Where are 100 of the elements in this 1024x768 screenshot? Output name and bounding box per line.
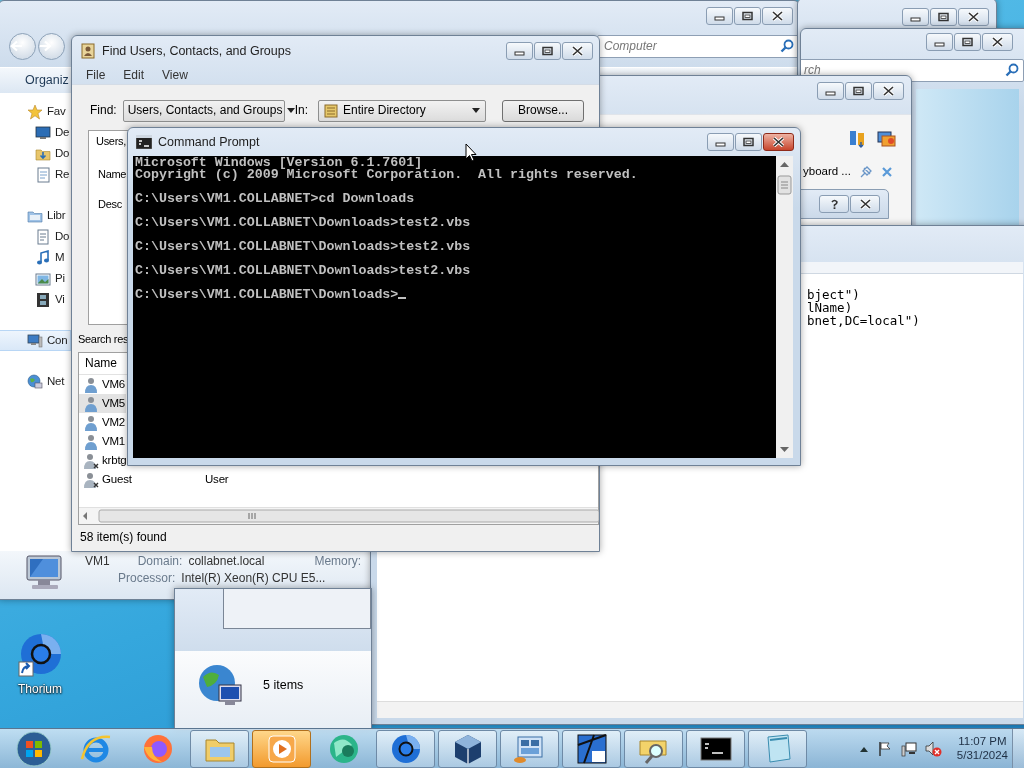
user-icon	[83, 471, 99, 488]
sidebar-item[interactable]: Vi	[55, 292, 65, 307]
table-cell[interactable]: VM2	[102, 415, 126, 430]
tab[interactable]: Users,	[95, 135, 127, 149]
sidebar-item[interactable]: Re	[55, 167, 70, 182]
scrollbar[interactable]	[377, 701, 1023, 718]
document-icon	[35, 228, 51, 245]
close-button[interactable]	[762, 7, 793, 25]
maximize-icon	[852, 86, 865, 96]
caret-icon	[286, 107, 297, 114]
sidebar-item[interactable]: Do	[55, 229, 70, 244]
menu-item[interactable]: View	[162, 67, 188, 83]
console-line: C:\Users\VM1.COLLABNET\Downloads>test2.vbs	[135, 217, 472, 229]
document-icon	[35, 166, 51, 183]
table-cell[interactable]: krbtg	[102, 453, 126, 468]
search-field[interactable]: Computer	[597, 34, 799, 58]
table-cell[interactable]: VM1	[102, 434, 126, 449]
clock-time: 11:07 PM	[958, 734, 1007, 749]
music-note-icon	[35, 249, 51, 266]
sidebar-item[interactable]: Net	[47, 374, 65, 389]
browse-button[interactable]: Browse...	[502, 99, 585, 122]
maximize-button[interactable]	[734, 7, 761, 25]
console-line: C:\Users\VM1.COLLABNET>cd Downloads	[135, 193, 416, 205]
close-icon	[771, 11, 784, 21]
speaker-muted-icon[interactable]	[924, 740, 943, 757]
sidebar-item[interactable]: Con	[47, 333, 68, 348]
toolbar-label: yboard ...	[803, 165, 851, 179]
clock[interactable]: 11:07 PM 5/31/2024	[956, 734, 1008, 763]
row-highlight[interactable]: VM5	[79, 394, 126, 414]
maximize-icon	[742, 137, 755, 147]
help-button[interactable]	[819, 195, 849, 213]
film-icon	[35, 291, 51, 308]
sidebar-item[interactable]: Fav	[47, 104, 66, 119]
location-dropdown[interactable]: Entire Directory	[318, 99, 487, 122]
field-label: Name	[98, 168, 127, 182]
close-button[interactable]	[763, 133, 794, 151]
close-button[interactable]	[562, 42, 593, 60]
table-cell: User	[205, 472, 229, 487]
sidebar-item[interactable]: M	[55, 250, 65, 265]
maximize-button[interactable]	[954, 33, 981, 51]
menu-item[interactable]: File	[86, 67, 106, 83]
cards-icon	[877, 130, 897, 148]
field-label: Desc	[98, 197, 122, 211]
sidebar-item[interactable]: Libr	[47, 208, 66, 223]
field-label: Processor:	[118, 571, 176, 586]
table-cell[interactable]: Guest	[102, 472, 202, 487]
sidebar-item[interactable]: Do	[55, 146, 70, 161]
maximize-icon	[961, 37, 974, 47]
code-line: bject")	[807, 288, 861, 301]
field-value: collabnet.local	[188, 554, 265, 569]
close-icon	[571, 46, 584, 56]
menu-item[interactable]: Edit	[123, 67, 145, 83]
address-book-icon	[80, 43, 96, 59]
monitor-icon	[35, 124, 51, 141]
network-globe-icon	[27, 373, 43, 390]
close-button[interactable]	[873, 82, 904, 100]
show-desktop-button[interactable]	[1012, 728, 1024, 768]
user-icon	[83, 395, 99, 412]
maximize-button[interactable]	[930, 8, 957, 26]
flag-icon[interactable]	[876, 740, 893, 757]
picture-icon	[35, 270, 51, 287]
window-title: Find Users, Contacts, and Groups	[102, 43, 291, 59]
taskbar-button[interactable]	[562, 729, 621, 768]
maximize-button[interactable]	[735, 133, 762, 151]
table-cell[interactable]: VM6	[102, 377, 126, 392]
close-icon	[858, 199, 872, 209]
maximize-button[interactable]	[534, 42, 561, 60]
sidebar-item-highlight[interactable]: Con	[0, 330, 71, 351]
field-label: Memory:	[314, 554, 362, 569]
clock-date: 5/31/2024	[956, 748, 1008, 763]
user-icon	[83, 433, 99, 450]
console-line: Microsoft Windows [Version 6.1.7601]	[135, 157, 423, 169]
maximize-icon	[937, 12, 950, 22]
console-line: C:\Users\VM1.COLLABNET\Downloads>test2.vbs	[135, 241, 472, 253]
start-orb-icon	[15, 730, 52, 767]
maximize-button[interactable]	[845, 82, 872, 100]
status-text: 58 item(s) found	[80, 530, 167, 545]
close-icon	[882, 86, 895, 96]
sidebar-item[interactable]: Pi	[55, 271, 65, 286]
taskbar-button[interactable]	[438, 729, 497, 768]
field-label: Domain:	[137, 554, 183, 569]
star-icon	[27, 103, 43, 120]
toolbar-button[interactable]: Organiz	[25, 73, 69, 88]
status-text: 5 items	[263, 677, 304, 693]
table-cell[interactable]: VM5	[102, 396, 126, 411]
caret-icon	[471, 107, 482, 114]
columns-icon	[849, 130, 867, 148]
maximize-icon	[741, 11, 754, 21]
close-icon	[991, 37, 1004, 47]
close-button[interactable]	[850, 195, 880, 213]
network-icon[interactable]	[900, 740, 917, 757]
sidebar-item[interactable]: De	[55, 125, 70, 140]
close-button[interactable]	[958, 8, 989, 26]
column-header[interactable]: Name	[85, 356, 117, 371]
taskbar-button[interactable]	[376, 729, 435, 768]
taskbar-button[interactable]	[686, 729, 745, 768]
field-label: In:	[294, 103, 309, 118]
user-icon	[83, 414, 99, 431]
close-button[interactable]	[982, 33, 1013, 51]
console-line: C:\Users\VM1.COLLABNET\Downloads>test2.vbs	[135, 265, 472, 277]
